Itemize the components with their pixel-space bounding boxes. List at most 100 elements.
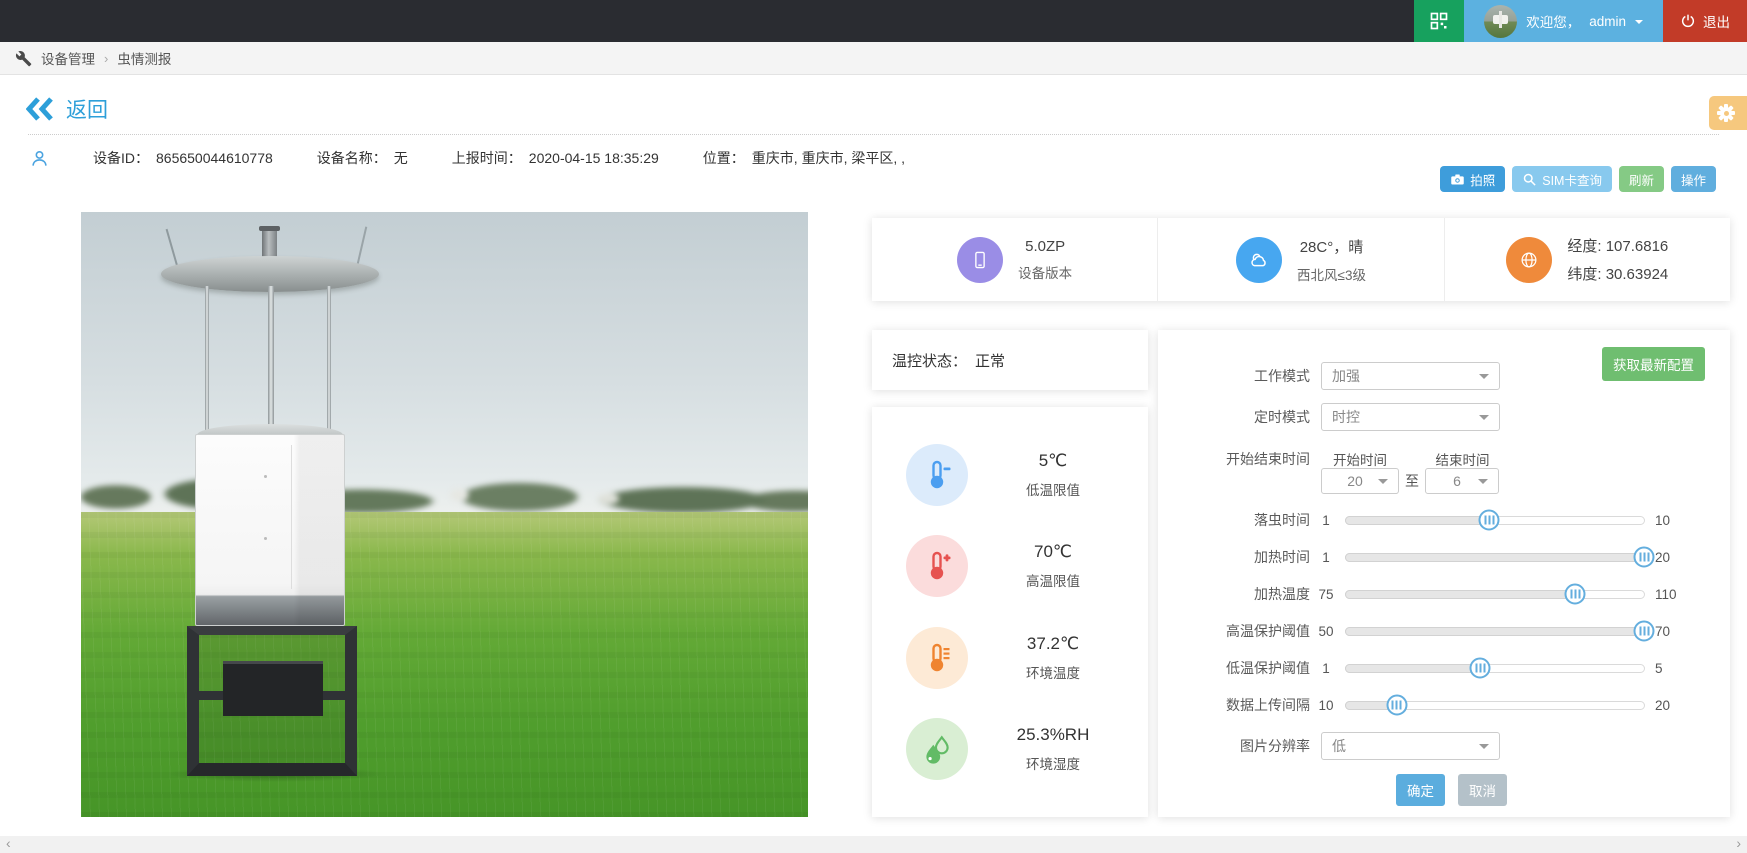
work-mode-row: 工作模式 加强 [1158, 362, 1730, 390]
device-id-label: 设备ID： [93, 148, 149, 168]
refresh-label: 刷新 [1629, 170, 1654, 189]
heating-time-slider-row: 加热时间 1 20 [1158, 545, 1730, 569]
scroll-left-arrow[interactable]: ‹ [6, 836, 11, 853]
confirm-button[interactable]: 确定 [1396, 774, 1445, 806]
cloud-icon [1236, 237, 1282, 283]
power-icon [1680, 13, 1696, 29]
ambient-humidity-label: 环境湿度 [988, 753, 1118, 773]
time-range-selects: 20 至 6 [1158, 468, 1730, 494]
username: admin [1589, 14, 1626, 29]
location-group: 位置： 重庆市, 重庆市, 梁平区, , [703, 148, 905, 168]
device-id-group: 设备ID： 865650044610778 [93, 148, 273, 168]
high-temp-limit-value: 70℃ [988, 542, 1118, 562]
low-temp-limit-value: 5℃ [988, 451, 1118, 471]
slider-min: 1 [1310, 513, 1342, 528]
heating-time-slider[interactable] [1345, 553, 1645, 562]
thermometer-minus-icon [906, 444, 968, 506]
temp-control-status-value: 正常 [975, 350, 1005, 371]
slider-handle[interactable] [1470, 658, 1491, 679]
sensor-card: 5℃ 低温限值 70℃ 高温限值 37.2℃ 环境温度 25.3%RH 环境湿度 [872, 407, 1148, 817]
back-button[interactable]: 返回 [26, 94, 108, 124]
scroll-right-arrow[interactable]: › [1736, 836, 1741, 853]
low-temp-protect-slider-row: 低温保护阈值 1 5 [1158, 656, 1730, 680]
camera-icon [1450, 172, 1465, 187]
settings-gear-button[interactable] [1709, 96, 1747, 130]
slider-label: 加热温度 [1158, 584, 1310, 604]
slider-max: 20 [1655, 550, 1670, 565]
sim-query-button[interactable]: SIM卡查询 [1512, 166, 1612, 192]
slider-label: 低温保护阈值 [1158, 658, 1310, 678]
weather-card: 28C°，晴 西北风≤3级 [1157, 218, 1443, 301]
report-time-value: 2020-04-15 18:35:29 [529, 150, 659, 166]
resolution-value: 低 [1332, 736, 1346, 756]
user-menu[interactable]: 欢迎您， admin [1464, 0, 1663, 42]
gear-icon [1716, 103, 1736, 123]
resolution-select[interactable]: 低 [1321, 732, 1500, 760]
device-name-label: 设备名称： [317, 148, 387, 168]
caret-down-icon [1479, 415, 1489, 425]
qr-code-icon [1429, 11, 1449, 31]
ambient-temp-value: 37.2℃ [988, 634, 1118, 654]
water-drops-icon [906, 718, 968, 780]
double-chevron-left-icon [26, 96, 56, 122]
ambient-temp-row: 37.2℃ 环境温度 [872, 627, 1148, 689]
slider-handle[interactable] [1386, 695, 1407, 716]
temp-control-status-card: 温控状态： 正常 [872, 330, 1148, 390]
chevron-down-icon [1635, 20, 1643, 28]
ambient-humidity-value: 25.3%RH [988, 725, 1118, 745]
low-temp-protect-slider[interactable] [1345, 664, 1645, 673]
high-temp-protect-slider[interactable] [1345, 627, 1645, 636]
low-temp-limit-label: 低温限值 [988, 479, 1118, 499]
operate-label: 操作 [1681, 170, 1706, 189]
slider-handle[interactable] [1634, 547, 1655, 568]
to-text: 至 [1399, 471, 1425, 491]
person-icon [30, 149, 49, 168]
heating-temp-slider[interactable] [1345, 590, 1645, 599]
smartphone-icon [957, 237, 1003, 283]
slider-handle[interactable] [1479, 510, 1500, 531]
report-time-group: 上报时间： 2020-04-15 18:35:29 [452, 148, 659, 168]
coordinates-card: 经度: 107.6816 纬度: 30.63924 [1444, 218, 1730, 301]
device-name-group: 设备名称： 无 [317, 148, 408, 168]
work-mode-value: 加强 [1332, 366, 1360, 386]
qr-code-button[interactable] [1414, 0, 1464, 42]
back-label: 返回 [66, 94, 108, 124]
avatar [1484, 5, 1517, 38]
form-buttons: 确定 取消 [1396, 774, 1507, 806]
time-range-headers: 开始结束时间 开始时间 结束时间 [1158, 450, 1730, 468]
caret-down-icon [1479, 744, 1489, 754]
slider-max: 20 [1655, 698, 1670, 713]
longitude-value: 经度: 107.6816 [1567, 235, 1668, 256]
weather-value: 28C°，晴 [1297, 236, 1366, 257]
timer-mode-select[interactable]: 时控 [1321, 403, 1500, 431]
drop-time-slider[interactable] [1345, 516, 1645, 525]
end-time-header: 结束时间 [1425, 449, 1500, 469]
toolbar: 拍照 SIM卡查询 刷新 操作 [1440, 166, 1716, 192]
slider-handle[interactable] [1634, 621, 1655, 642]
thermometer-plus-icon [906, 535, 968, 597]
logout-button[interactable]: 退出 [1663, 0, 1747, 42]
slider-label: 落虫时间 [1158, 510, 1310, 530]
slider-max: 5 [1655, 661, 1663, 676]
caret-down-icon [1478, 479, 1488, 489]
operate-button[interactable]: 操作 [1671, 166, 1716, 192]
high-temp-limit-label: 高温限值 [988, 570, 1118, 590]
slider-max: 110 [1655, 587, 1677, 602]
slider-label: 高温保护阈值 [1158, 621, 1310, 641]
refresh-button[interactable]: 刷新 [1619, 166, 1664, 192]
location-value: 重庆市, 重庆市, 梁平区, , [752, 148, 905, 168]
upload-interval-slider[interactable] [1345, 701, 1645, 710]
device-id-value: 865650044610778 [156, 150, 273, 166]
breadcrumb-item-device-management[interactable]: 设备管理 [41, 48, 95, 68]
horizontal-scrollbar[interactable]: ‹ › [0, 836, 1747, 853]
slider-max: 70 [1655, 624, 1670, 639]
start-time-select[interactable]: 20 [1321, 468, 1399, 494]
end-time-select[interactable]: 6 [1425, 468, 1499, 494]
low-temp-limit-row: 5℃ 低温限值 [872, 444, 1148, 506]
cancel-button[interactable]: 取消 [1458, 774, 1507, 806]
take-photo-label: 拍照 [1470, 170, 1495, 189]
slider-handle[interactable] [1565, 584, 1586, 605]
top-navbar: 欢迎您， admin 退出 [0, 0, 1747, 42]
take-photo-button[interactable]: 拍照 [1440, 166, 1505, 192]
work-mode-select[interactable]: 加强 [1321, 362, 1500, 390]
